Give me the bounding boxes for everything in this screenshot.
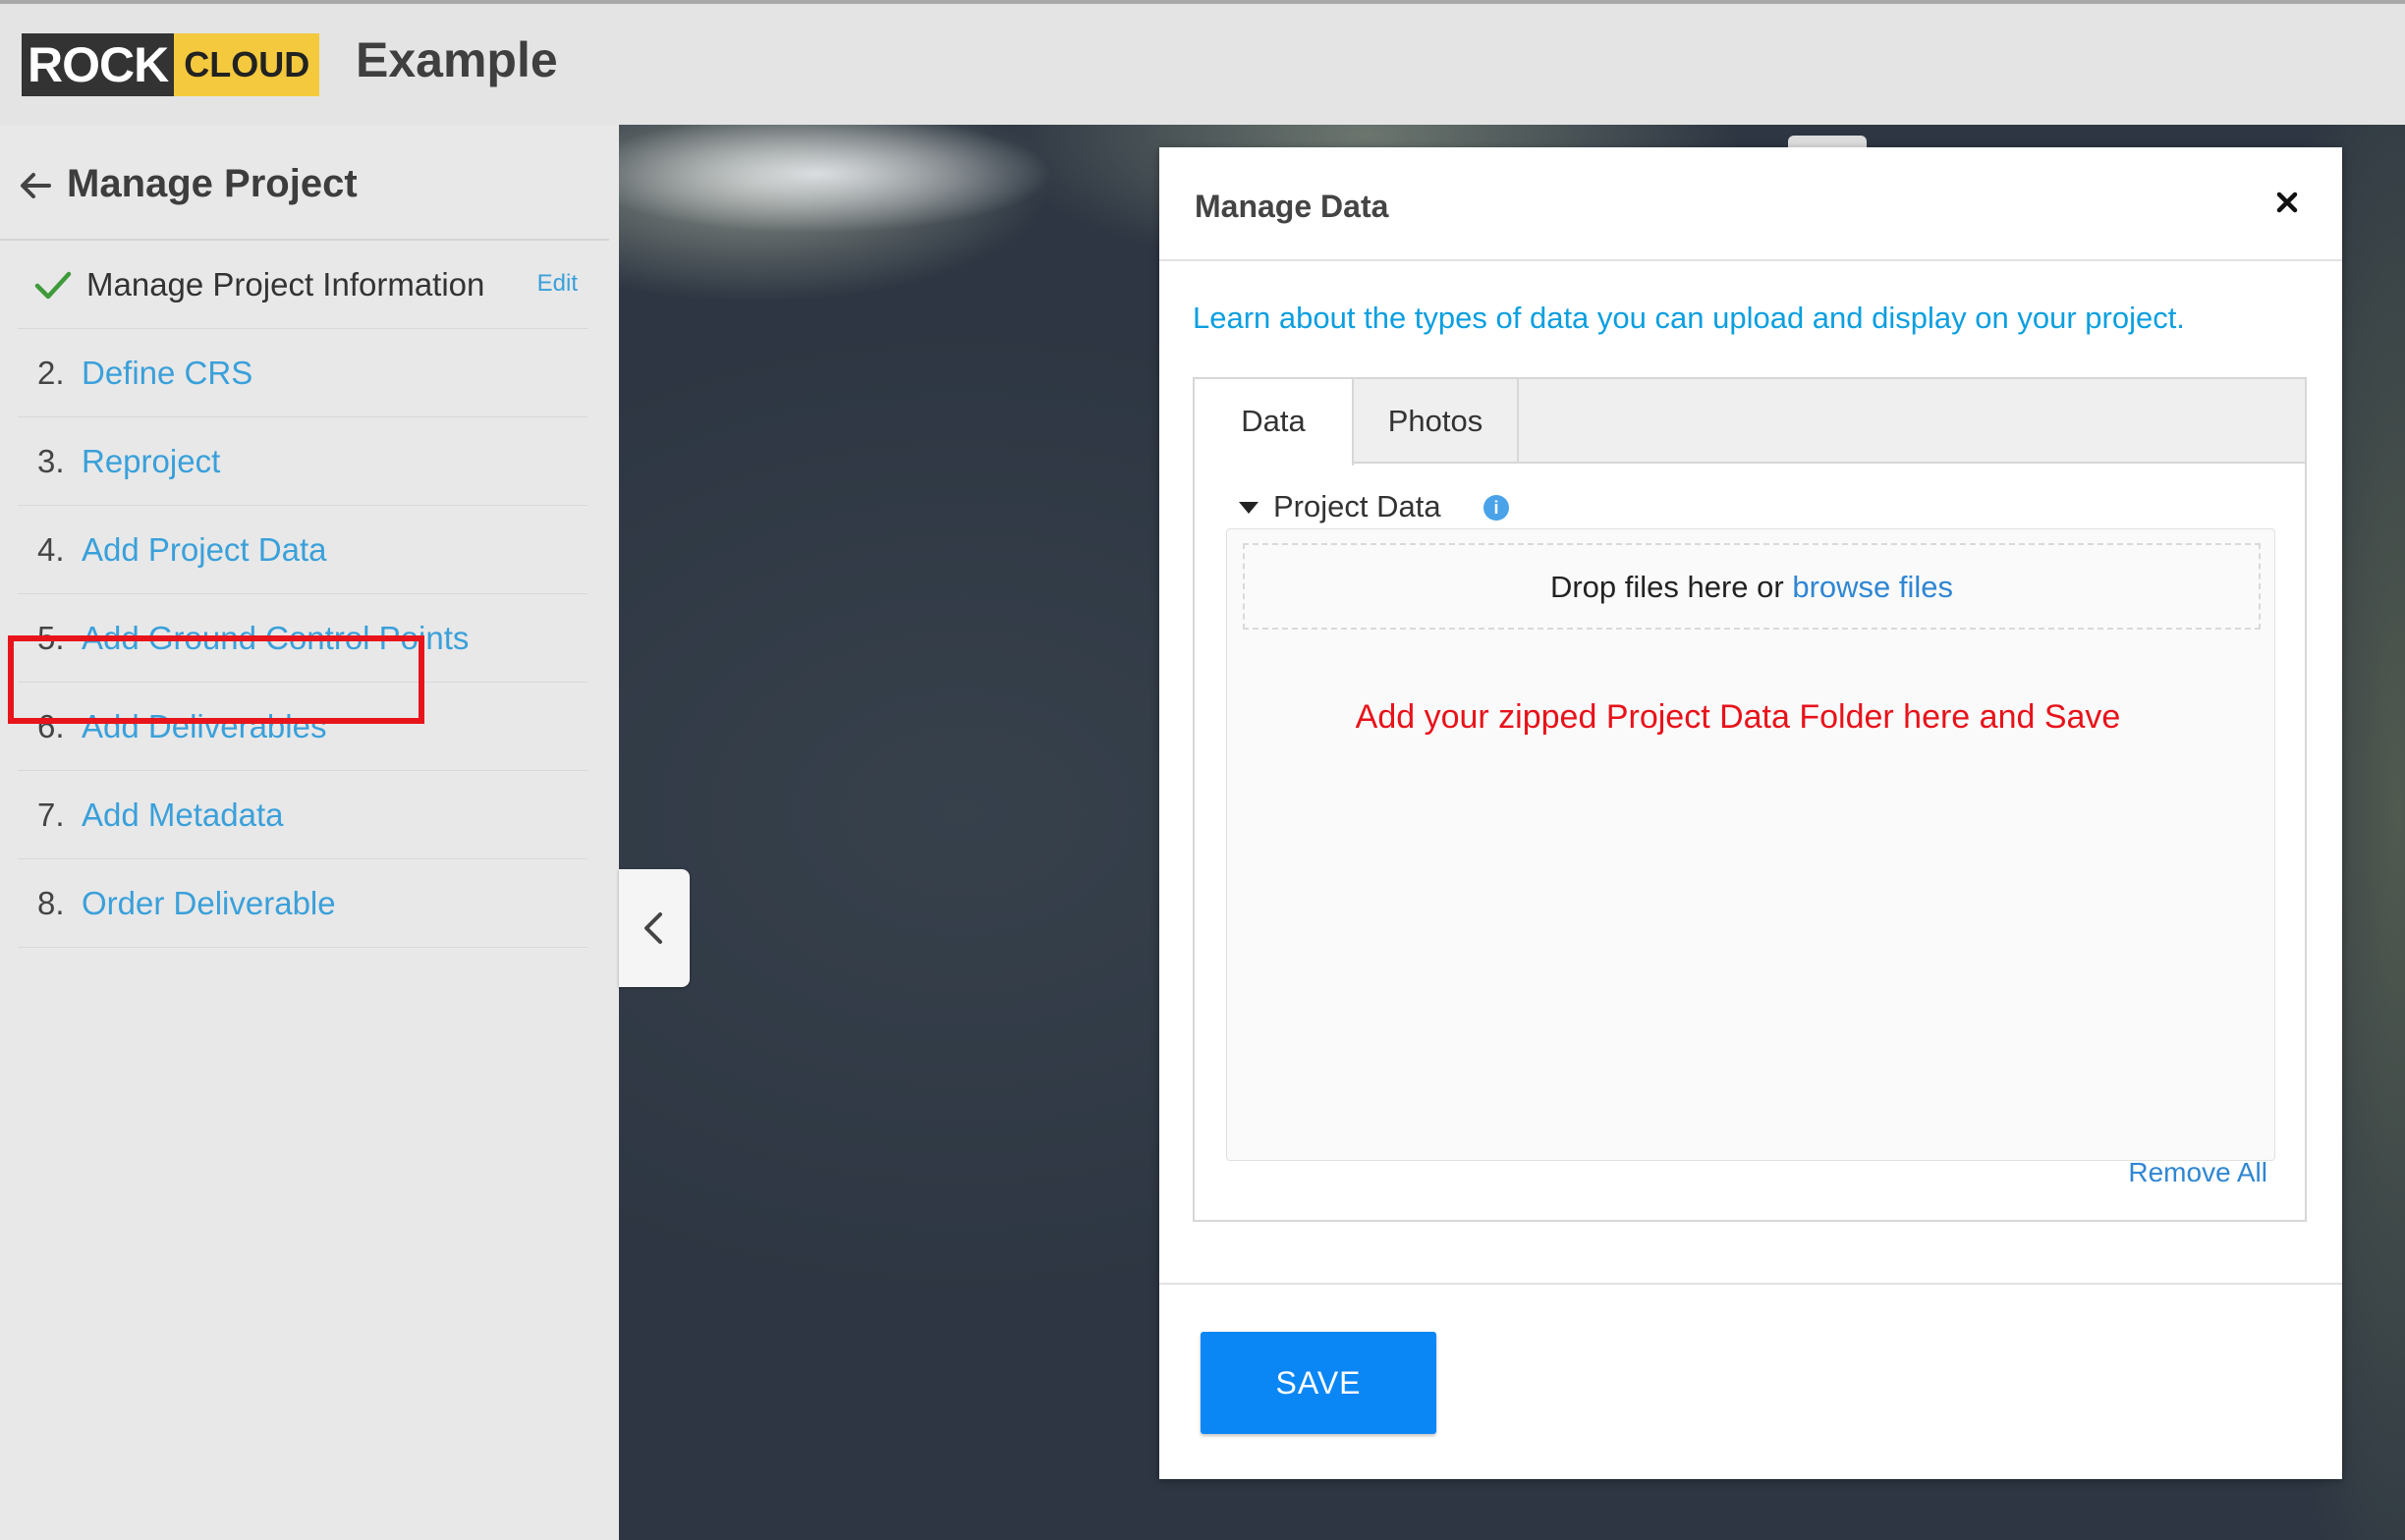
project-data-section-label[interactable]: Project Data <box>1273 489 1441 524</box>
file-drop-zone[interactable]: Drop files here or browse files <box>1243 543 2261 630</box>
dialog-header: Manage Data <box>1159 147 2342 261</box>
step-add-metadata: 7. Add Metadata <box>18 771 587 859</box>
tab-data[interactable]: Data <box>1195 379 1354 466</box>
browse-files-link[interactable]: browse files <box>1792 570 1953 604</box>
info-icon[interactable]: i <box>1483 495 1509 521</box>
sidebar-header: Manage Project <box>0 125 609 241</box>
upload-area: Drop files here or browse files Add your… <box>1226 528 2275 1161</box>
project-name: Example <box>356 32 558 87</box>
map-panel-handle[interactable] <box>1788 136 1867 147</box>
step-number: 3. <box>37 443 65 479</box>
step-number: 8. <box>37 885 65 921</box>
tab-photos[interactable]: Photos <box>1354 379 1519 464</box>
step-link-define-crs[interactable]: Define CRS <box>82 355 252 392</box>
rock-cloud-logo[interactable]: ROCK CLOUD <box>22 33 320 96</box>
manage-data-dialog: Manage Data Learn about the types of dat… <box>1159 147 2342 1479</box>
learn-data-types-link[interactable]: Learn about the types of data you can up… <box>1193 301 2185 336</box>
step-link-add-project-data[interactable]: Add Project Data <box>82 531 326 569</box>
checkmark-icon <box>34 271 72 300</box>
tab-bar: Data Photos <box>1195 379 2305 466</box>
step-number: 7. <box>37 797 65 833</box>
step-link-add-metadata[interactable]: Add Metadata <box>82 797 283 834</box>
step-list: Manage Project Information Edit 2. Defin… <box>18 241 587 948</box>
collapse-sidebar-button[interactable] <box>619 869 690 987</box>
app-header: ROCK CLOUD Example <box>0 0 2405 125</box>
logo-cloud-text: CLOUD <box>174 33 320 96</box>
edit-link[interactable]: Edit <box>537 270 578 298</box>
step-link-reproject[interactable]: Reproject <box>82 443 220 480</box>
dialog-footer-divider <box>1159 1283 2342 1285</box>
caret-down-icon[interactable] <box>1238 501 1259 515</box>
step-label: Manage Project Information <box>86 266 485 302</box>
step-order-deliverable: 8. Order Deliverable <box>18 859 587 948</box>
step-number: 2. <box>37 355 65 391</box>
step-manage-project-information: Manage Project Information Edit <box>18 241 587 329</box>
step-number: 4. <box>37 531 65 568</box>
step-define-crs: 2. Define CRS <box>18 329 587 417</box>
dialog-title: Manage Data <box>1195 189 1389 224</box>
close-icon[interactable] <box>2275 191 2299 214</box>
step-add-project-data: 4. Add Project Data <box>18 506 587 594</box>
step-link-order-deliverable[interactable]: Order Deliverable <box>82 885 336 922</box>
logo-rock-text: ROCK <box>22 33 175 96</box>
sidebar: Manage Project Manage Project Informatio… <box>0 125 619 1540</box>
remove-all-link[interactable]: Remove All <box>2128 1157 2267 1188</box>
step-reproject: 3. Reproject <box>18 417 587 506</box>
save-button[interactable]: SAVE <box>1201 1332 1436 1434</box>
drop-files-text: Drop files here or <box>1549 570 1784 604</box>
step-highlight-annotation <box>8 635 424 724</box>
upload-instruction-annotation: Add your zipped Project Data Folder here… <box>1355 698 2121 736</box>
data-tabs-panel: Data Photos Project Data i Drop files he… <box>1193 377 2307 1222</box>
sidebar-title: Manage Project <box>67 162 358 205</box>
chevron-left-icon <box>644 912 662 944</box>
arrow-left-icon[interactable] <box>16 166 55 205</box>
